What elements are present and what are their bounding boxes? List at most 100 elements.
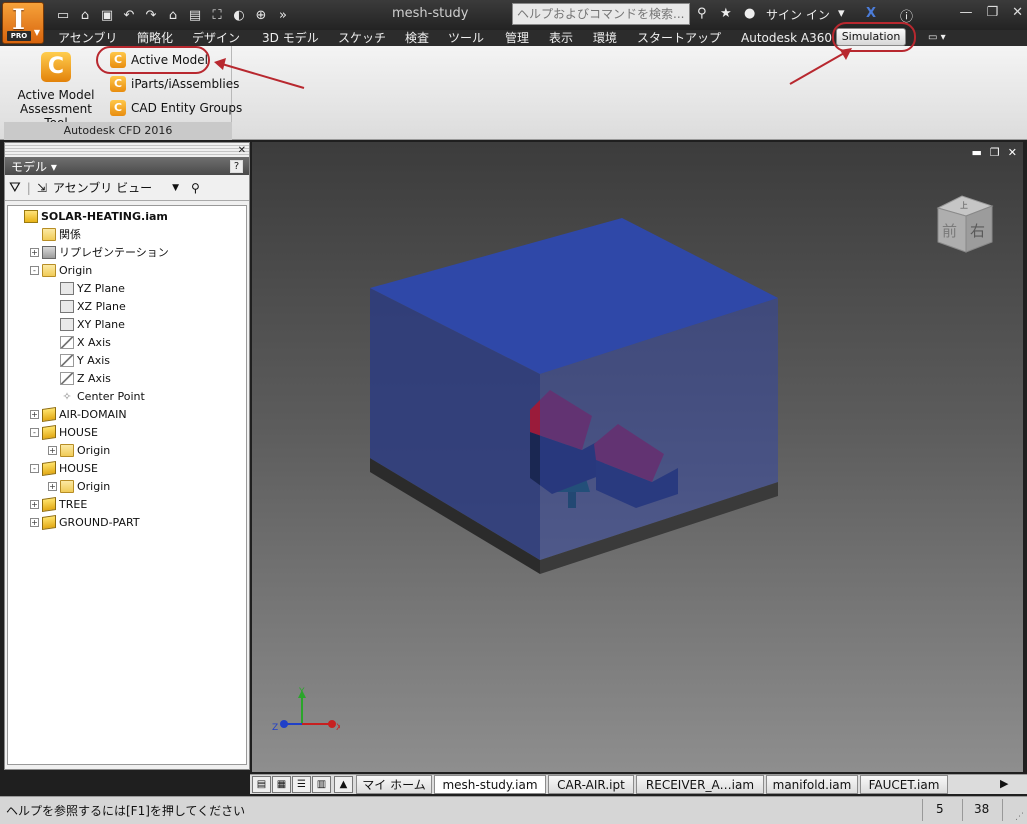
tree-node[interactable]: + TREE [30, 495, 87, 513]
tree-node[interactable]: 関係 [30, 225, 81, 243]
tab-scroll-right-icon[interactable]: ▶ [1000, 777, 1008, 790]
redo-icon[interactable]: ↷ [140, 8, 162, 23]
ribbon-display-toggle-icon[interactable]: ▭ ▾ [928, 30, 946, 46]
tree-node[interactable]: ✧ Center Point [48, 387, 145, 405]
expand-icon[interactable]: + [30, 499, 39, 509]
tile-windows-icon[interactable]: ▤ [252, 776, 271, 793]
tab-sketch[interactable]: スケッチ [338, 30, 386, 46]
browser-header[interactable]: モデル ▾ ? [5, 157, 249, 175]
tab-view[interactable]: 表示 [549, 30, 573, 46]
doc-tab-receiver[interactable]: RECEIVER_A…iam [636, 775, 764, 794]
undo-icon[interactable]: ↶ [118, 8, 140, 23]
tree-node[interactable]: - HOUSE [30, 423, 98, 441]
tab-autodesk-a360[interactable]: Autodesk A360 [741, 30, 832, 46]
search-binoculars-icon[interactable]: ⚲ [697, 6, 707, 21]
tree-node[interactable]: Z Axis [48, 369, 111, 387]
tab-manage[interactable]: 管理 [505, 30, 529, 46]
tab-environments[interactable]: 環境 [593, 30, 617, 46]
doc-tab-manifold[interactable]: manifold.iam [766, 775, 858, 794]
expand-icon[interactable]: + [30, 409, 39, 419]
resize-grip-icon[interactable]: ⋰ [1015, 812, 1024, 822]
tile-vertical-icon[interactable]: ▥ [312, 776, 331, 793]
tree-node[interactable]: SOLAR-HEATING.iam [12, 207, 168, 225]
tree-node-label: Center Point [77, 389, 145, 403]
tab-design[interactable]: デザイン [192, 30, 240, 46]
doc-tab-mesh-study[interactable]: mesh-study.iam [434, 775, 546, 794]
tab-simplify[interactable]: 簡略化 [137, 30, 173, 46]
tree-node[interactable]: XY Plane [48, 315, 125, 333]
cfd-logo-icon: C [110, 76, 126, 92]
tab-get-started[interactable]: スタートアップ [637, 30, 721, 46]
help-search-input[interactable] [512, 3, 690, 25]
tree-node[interactable]: - Origin [30, 261, 92, 279]
y-axis-label: Y [298, 687, 305, 697]
minimize-icon[interactable]: — [959, 5, 972, 20]
tree-node[interactable]: - HOUSE [30, 459, 98, 477]
close-icon[interactable]: ✕ [238, 145, 246, 156]
collapse-icon[interactable]: - [30, 427, 39, 437]
z-axis-label: Z [272, 723, 278, 733]
restore-icon[interactable]: ❐ [986, 5, 998, 20]
overflow-chevron-icon[interactable]: » [272, 8, 294, 23]
tree-node[interactable]: + GROUND-PART [30, 513, 140, 531]
doc-tab-car-air[interactable]: CAR-AIR.ipt [548, 775, 634, 794]
collapse-icon[interactable]: - [30, 265, 39, 275]
tab-assembly[interactable]: アセンブリ [58, 30, 117, 46]
chevron-down-icon[interactable]: ▼ [172, 183, 179, 193]
window-controls: — ❐ ✕ [959, 5, 1023, 20]
model-scene[interactable] [252, 142, 1023, 772]
tree-node[interactable]: YZ Plane [48, 279, 125, 297]
tile-horizontal-icon[interactable]: ☰ [292, 776, 311, 793]
cad-entity-groups-button[interactable]: C CAD Entity Groups [110, 98, 242, 118]
tree-node[interactable]: X Axis [48, 333, 111, 351]
graphics-viewport[interactable]: ▬ ❐ ✕ 上 前 右 Y X Z [252, 142, 1023, 772]
select-filter-icon[interactable]: ⛶ [206, 8, 228, 23]
viewcube[interactable]: 上 前 右 [936, 194, 994, 254]
expand-icon[interactable]: + [30, 517, 39, 527]
tree-node[interactable]: + リプレゼンテーション [30, 243, 169, 261]
status-bar: ヘルプを参照するには[F1]を押してください 5 38 ⋰ [0, 796, 1027, 824]
tree-node[interactable]: + AIR-DOMAIN [30, 405, 127, 423]
tree-node[interactable]: Y Axis [48, 351, 110, 369]
find-binoculars-icon[interactable]: ⚲ [191, 181, 200, 195]
view-selector-label[interactable]: アセンブリ ビュー [53, 179, 152, 196]
doc-tab-faucet[interactable]: FAUCET.iam [860, 775, 948, 794]
doc-tab-my-home[interactable]: マイ ホーム [356, 775, 432, 794]
new-file-icon[interactable]: ▭ [52, 8, 74, 23]
tree-node[interactable]: + Origin [48, 477, 110, 495]
browser-caption-bar[interactable]: ✕ [5, 143, 249, 157]
material-icon[interactable]: ◐ [228, 8, 250, 23]
project-icon[interactable]: ▤ [184, 8, 206, 23]
chevron-down-icon: ▾ [50, 159, 57, 174]
sign-in-button[interactable]: サイン イン [766, 6, 830, 23]
iparts-iassemblies-button[interactable]: C iParts/iAssemblies [110, 74, 239, 94]
tab-3d-model[interactable]: 3D モデル [262, 30, 319, 46]
model-tree: SOLAR-HEATING.iam 関係 + リプレゼンテーション - Origin YZ … [7, 205, 247, 765]
collapse-icon[interactable]: - [30, 463, 39, 473]
tree-node[interactable]: XZ Plane [48, 297, 126, 315]
tab-list-up-icon[interactable]: ▲ [334, 776, 353, 793]
expand-icon[interactable]: + [30, 247, 39, 257]
home-icon[interactable]: ⌂ [162, 8, 184, 23]
chevron-down-icon[interactable]: ▾ [838, 6, 845, 21]
exchange-x-icon[interactable]: X [866, 6, 876, 21]
appearance-icon[interactable]: ⊕ [250, 8, 272, 23]
tab-inspect[interactable]: 検査 [405, 30, 429, 46]
tree-node[interactable]: + Origin [48, 441, 110, 459]
tile-grid-icon[interactable]: ▦ [272, 776, 291, 793]
close-icon[interactable]: ✕ [1012, 5, 1023, 20]
open-folder-icon[interactable]: ⌂ [74, 8, 96, 23]
active-model-assessment-button[interactable]: C Active Model Assessment Tool [8, 52, 104, 130]
application-menu-button[interactable]: I PRO ▼ [2, 2, 44, 44]
save-icon[interactable]: ▣ [96, 8, 118, 23]
tab-tools[interactable]: ツール [448, 30, 484, 46]
status-divider [922, 799, 923, 821]
axis-triad: Y X Z [272, 687, 340, 733]
expand-icon[interactable]: + [48, 481, 57, 491]
plane-icon [60, 299, 74, 313]
help-icon[interactable]: ? [230, 159, 243, 173]
favorites-star-icon[interactable]: ★ [720, 6, 732, 21]
x-axis-head [328, 720, 336, 728]
filter-icon[interactable]: ⛛ [9, 180, 21, 196]
expand-icon[interactable]: + [48, 445, 57, 455]
